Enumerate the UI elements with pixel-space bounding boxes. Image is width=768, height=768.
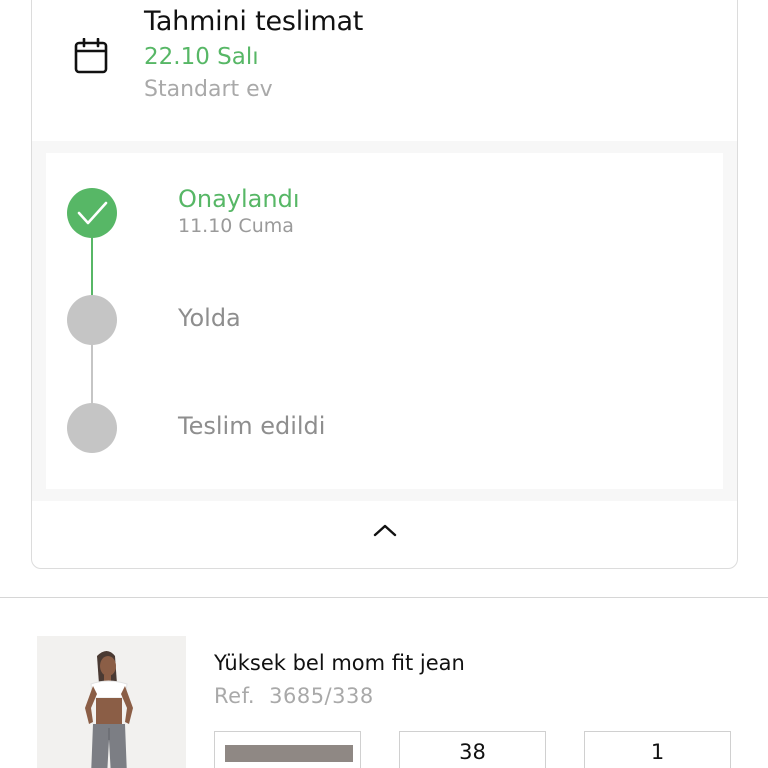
chevron-up-icon <box>373 524 396 537</box>
step-delivered-label: Teslim edildi <box>178 412 326 440</box>
color-swatch <box>225 745 353 762</box>
step-in-transit-label: Yolda <box>178 304 241 332</box>
product-reference: Ref. 3685/338 <box>214 684 374 708</box>
collapse-tracking-button[interactable] <box>32 501 737 559</box>
step-delivered-indicator <box>67 403 117 453</box>
product-quantity: 1 <box>650 740 665 764</box>
order-tracking-card: Tahmini teslimat 22.10 Salı Standart ev … <box>31 0 738 569</box>
ref-label: Ref. <box>214 684 256 708</box>
step-confirmed-date: 11.10 Cuma <box>178 215 294 237</box>
product-name[interactable]: Yüksek bel mom fit jean <box>214 651 465 675</box>
step-connector-1 <box>91 237 93 301</box>
delivery-title: Tahmini teslimat <box>144 6 364 37</box>
product-size-box: 38 <box>399 731 546 768</box>
section-divider <box>0 597 768 598</box>
step-confirmed-indicator <box>67 188 117 238</box>
estimated-delivery-section: Tahmini teslimat 22.10 Salı Standart ev <box>32 1 737 143</box>
step-in-transit-indicator <box>67 295 117 345</box>
delivery-date: 22.10 Salı <box>144 44 259 70</box>
ref-number: 3685/338 <box>269 684 374 708</box>
product-size: 38 <box>459 740 486 764</box>
calendar-icon <box>74 38 108 74</box>
tracking-steps-band: Onaylandı 11.10 Cuma Yolda Teslim edildi <box>32 141 737 501</box>
check-icon <box>77 201 108 225</box>
product-image[interactable] <box>37 636 186 768</box>
model-illustration <box>37 636 186 768</box>
product-color-box <box>214 731 361 768</box>
tracking-steps: Onaylandı 11.10 Cuma Yolda Teslim edildi <box>46 153 723 489</box>
step-confirmed-label: Onaylandı <box>178 185 300 213</box>
product-quantity-box: 1 <box>584 731 731 768</box>
delivery-method: Standart ev <box>144 77 273 102</box>
step-connector-2 <box>91 345 93 405</box>
